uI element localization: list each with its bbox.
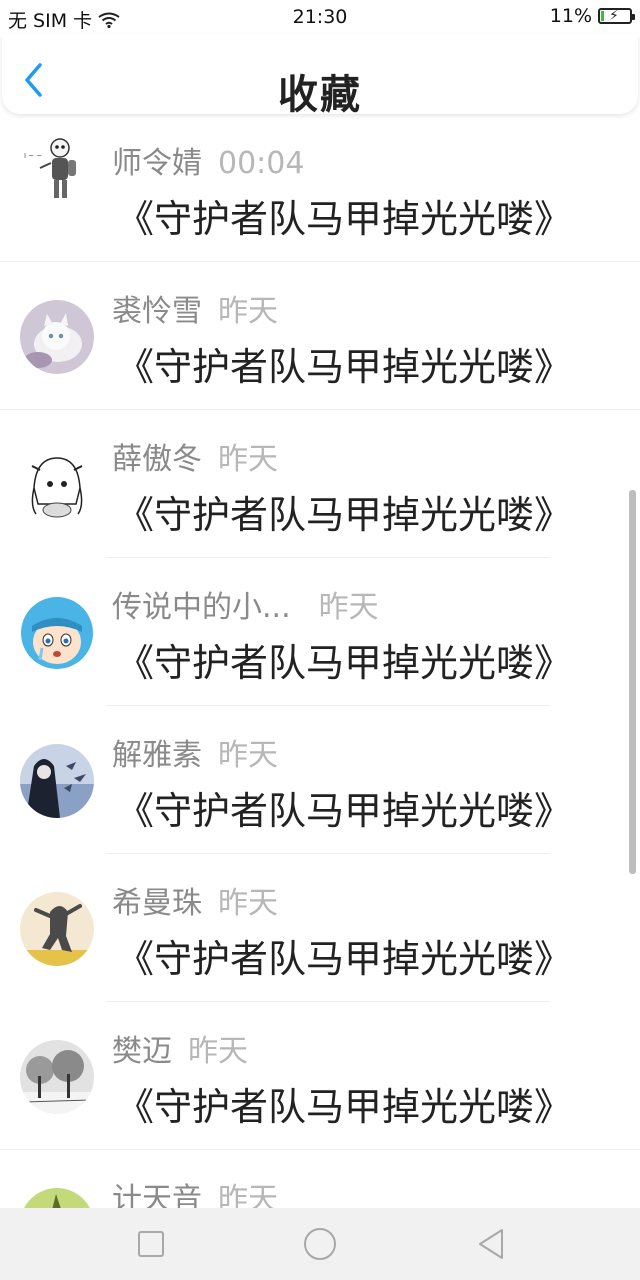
back-icon [479, 1229, 503, 1259]
book-title: 《守护者队马甲掉光光喽》 [116, 197, 573, 241]
user-name: 裘怜雪 [112, 294, 202, 329]
book-title: 《守护者队马甲掉光光喽》 [116, 789, 573, 833]
home-icon [304, 1228, 336, 1260]
user-name: 计天音 [112, 1182, 202, 1208]
avatar[interactable]: I ~ ~ [20, 130, 94, 204]
timestamp: 昨天 [188, 1034, 248, 1069]
timestamp: 昨天 [318, 590, 379, 625]
status-right: 11% ⚡ [549, 5, 635, 27]
white-cat-avatar [20, 300, 94, 374]
page-title: 收藏 [278, 72, 362, 118]
dark-girl-birds-avatar [20, 744, 94, 818]
sketch-character-avatar: I ~ ~ [20, 130, 94, 204]
status-bar: 无 SIM 卡 21:30 11% ⚡ [0, 0, 640, 34]
timestamp: 昨天 [218, 294, 278, 329]
avatar[interactable] [20, 448, 94, 522]
favorite-item[interactable]: 解雅素 昨天 《守护者队马甲掉光光喽》 [0, 706, 640, 854]
timestamp: 昨天 [218, 1182, 278, 1208]
avatar[interactable] [20, 892, 94, 966]
avatar[interactable] [20, 744, 94, 818]
dancing-cat-avatar [20, 892, 94, 966]
favorite-item[interactable]: 樊迈 昨天 《守护者队马甲掉光光喽》 [0, 1002, 640, 1150]
charging-bolt-icon: ⚡ [609, 8, 619, 24]
name-line: 裘怜雪 昨天 [112, 286, 278, 330]
recent-apps-button[interactable] [131, 1224, 171, 1264]
avatar[interactable] [20, 1188, 94, 1208]
battery-charging-icon: ⚡ [598, 8, 635, 24]
user-name: 希曼珠 [112, 886, 202, 921]
user-name: 传说中的小... [112, 590, 291, 625]
name-line: 希曼珠 昨天 [112, 878, 278, 922]
app-header: 收藏 [2, 34, 638, 118]
system-nav-bar [0, 1208, 640, 1280]
name-line: 计天音 昨天 [112, 1174, 278, 1208]
favorite-item[interactable]: 传说中的小... 昨天 《守护者队马甲掉光光喽》 [0, 558, 640, 706]
book-title: 《守护者队马甲掉光光喽》 [116, 641, 573, 685]
manga-girl-avatar [20, 448, 94, 522]
avatar[interactable] [20, 1040, 94, 1114]
name-line: 传说中的小... 昨天 [112, 582, 379, 626]
timestamp: 昨天 [218, 886, 278, 921]
home-button[interactable] [300, 1224, 340, 1264]
avatar[interactable] [20, 596, 94, 670]
timestamp: 昨天 [218, 738, 278, 773]
book-title: 《守护者队马甲掉光光喽》 [116, 493, 573, 537]
svg-text:I ~ ~: I ~ ~ [24, 152, 42, 160]
name-line: 樊迈 昨天 [112, 1026, 248, 1070]
avatar[interactable] [20, 300, 94, 374]
user-name: 樊迈 [112, 1034, 172, 1069]
favorites-list[interactable]: I ~ ~ 师令婧 00:04 《守护者队马甲掉光光喽》 裘怜雪 昨天 《守护者队马… [0, 114, 640, 1208]
user-name: 解雅素 [112, 738, 202, 773]
book-title: 《守护者队马甲掉光光喽》 [116, 1085, 573, 1129]
favorite-item[interactable]: 希曼珠 昨天 《守护者队马甲掉光光喽》 [0, 854, 640, 1002]
user-name: 师令婧 [112, 146, 202, 181]
timestamp: 00:04 [218, 146, 305, 181]
clock: 21:30 [292, 6, 348, 28]
nav-back-button[interactable] [472, 1224, 512, 1264]
battery-percent: 11% [549, 5, 592, 27]
name-line: 薛傲冬 昨天 [112, 434, 278, 478]
name-line: 解雅素 昨天 [112, 730, 278, 774]
snowy-trees-avatar [20, 1040, 94, 1114]
battery-level-fill [601, 11, 604, 21]
scrollbar[interactable] [629, 490, 636, 874]
user-name: 薛傲冬 [112, 442, 202, 477]
favorite-item[interactable]: 薛傲冬 昨天 《守护者队马甲掉光光喽》 [0, 410, 640, 558]
name-line: 师令婧 00:04 [112, 138, 304, 182]
recent-apps-icon [138, 1231, 164, 1257]
crying-cartoon-avatar [20, 596, 94, 670]
timestamp: 昨天 [218, 442, 278, 477]
favorite-item[interactable]: 计天音 昨天 [0, 1150, 640, 1208]
favorite-item[interactable]: I ~ ~ 师令婧 00:04 《守护者队马甲掉光光喽》 [0, 114, 640, 262]
book-title: 《守护者队马甲掉光光喽》 [116, 345, 573, 389]
book-title: 《守护者队马甲掉光光喽》 [116, 937, 573, 981]
favorite-item[interactable]: 裘怜雪 昨天 《守护者队马甲掉光光喽》 [0, 262, 640, 410]
green-plant-avatar [20, 1188, 94, 1208]
